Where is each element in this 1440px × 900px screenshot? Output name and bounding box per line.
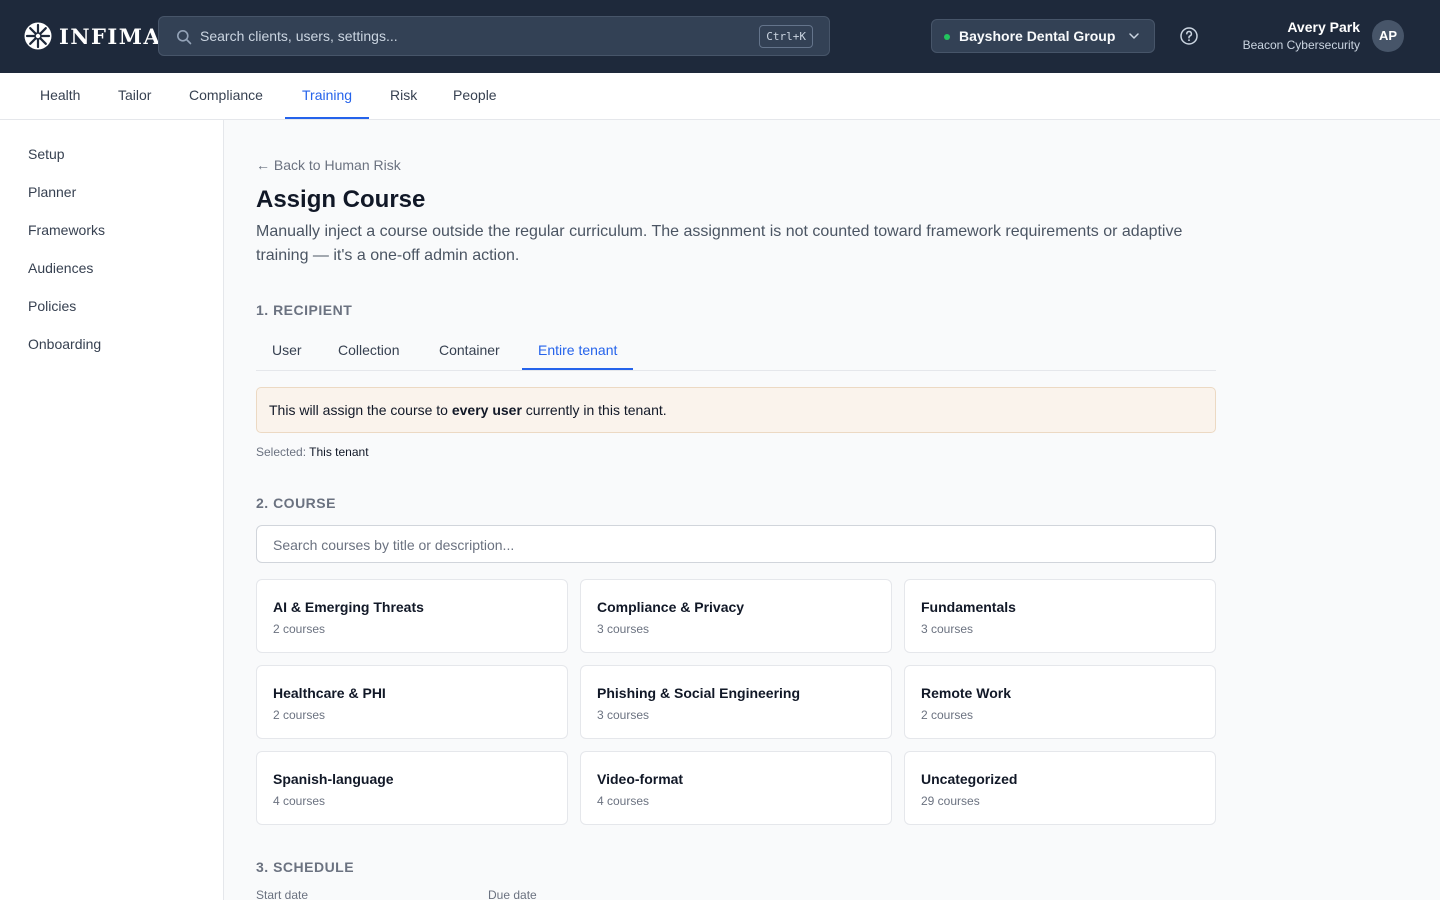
course-category-card[interactable]: Video-format 4 courses: [580, 751, 892, 825]
section-label-schedule: 3. SCHEDULE: [256, 859, 355, 875]
tenant-notice: This will assign the course to every use…: [256, 387, 1216, 433]
sidebar-item-setup[interactable]: Setup: [28, 146, 65, 162]
course-category-card[interactable]: Remote Work 2 courses: [904, 665, 1216, 739]
sidebar-item-audiences[interactable]: Audiences: [28, 260, 93, 276]
nav-tab-compliance[interactable]: Compliance: [172, 73, 280, 119]
recipient-tab-user[interactable]: User: [256, 334, 318, 370]
course-category-card[interactable]: Spanish-language 4 courses: [256, 751, 568, 825]
arrow-left-icon: ←: [256, 157, 270, 173]
main-content: ← Back to Human Risk Assign Course Manua…: [224, 120, 1440, 900]
section-label-recipient: 1. RECIPIENT: [256, 302, 353, 318]
nav-tab-people[interactable]: People: [436, 73, 514, 119]
primary-nav: Health Tailor Compliance Training Risk P…: [0, 73, 1440, 120]
course-category-card[interactable]: Compliance & Privacy 3 courses: [580, 579, 892, 653]
course-category-card[interactable]: Healthcare & PHI 2 courses: [256, 665, 568, 739]
recipient-tab-collection[interactable]: Collection: [322, 334, 415, 370]
user-name: Avery Park: [1287, 19, 1360, 35]
notice-text: This will assign the course to every use…: [269, 402, 667, 418]
search-placeholder: Search clients, users, settings...: [200, 28, 398, 44]
course-category-card[interactable]: Fundamentals 3 courses: [904, 579, 1216, 653]
search-shortcut-badge: Ctrl+K: [759, 25, 813, 48]
brand-name: INFIMA: [59, 23, 162, 49]
course-category-card[interactable]: Phishing & Social Engineering 3 courses: [580, 665, 892, 739]
sidebar-item-frameworks[interactable]: Frameworks: [28, 222, 105, 238]
course-search-input[interactable]: Search courses by title or description..…: [256, 525, 1216, 563]
tenant-name: Bayshore Dental Group: [959, 28, 1116, 44]
user-avatar[interactable]: AP: [1372, 20, 1404, 52]
sidebar-item-onboarding[interactable]: Onboarding: [28, 336, 101, 352]
recipient-tab-container[interactable]: Container: [423, 334, 516, 370]
sidebar-item-planner[interactable]: Planner: [28, 184, 76, 200]
top-bar: INFIMA Search clients, users, settings..…: [0, 0, 1440, 73]
snowflake-logo-icon: [24, 22, 52, 50]
brand-logo[interactable]: INFIMA: [24, 21, 161, 51]
sidebar: Setup Planner Frameworks Audiences Polic…: [0, 120, 224, 900]
nav-tab-risk[interactable]: Risk: [373, 73, 434, 119]
search-icon: [177, 30, 192, 45]
due-date-label: Due date: [488, 888, 537, 900]
course-category-card[interactable]: AI & Emerging Threats 2 courses: [256, 579, 568, 653]
back-link[interactable]: ← Back to Human Risk: [256, 157, 401, 173]
selected-recipient: Selected: This tenant: [256, 445, 369, 459]
page-title: Assign Course: [256, 186, 426, 213]
sidebar-item-policies[interactable]: Policies: [28, 298, 76, 314]
help-icon[interactable]: [1179, 26, 1199, 46]
recipient-tab-entire-tenant[interactable]: Entire tenant: [522, 334, 634, 370]
page-description: Manually inject a course outside the reg…: [256, 223, 1183, 264]
nav-tab-tailor[interactable]: Tailor: [101, 73, 168, 119]
nav-tab-health[interactable]: Health: [23, 73, 97, 119]
recipient-tabs: User Collection Container Entire tenant: [256, 334, 1216, 371]
nav-tab-training[interactable]: Training: [285, 73, 370, 119]
tenant-selector[interactable]: Bayshore Dental Group: [931, 19, 1155, 53]
course-search-placeholder: Search courses by title or description..…: [273, 537, 515, 553]
course-category-card[interactable]: Uncategorized 29 courses: [904, 751, 1216, 825]
start-date-label: Start date: [256, 888, 309, 900]
global-search-input[interactable]: Search clients, users, settings... Ctrl+…: [158, 16, 830, 56]
section-label-course: 2. COURSE: [256, 495, 336, 511]
chevron-down-icon: [1129, 33, 1139, 39]
tenant-status-dot: [944, 34, 950, 40]
user-organization: Beacon Cybersecurity: [1242, 38, 1360, 52]
back-link-label: Back to Human Risk: [273, 157, 401, 173]
